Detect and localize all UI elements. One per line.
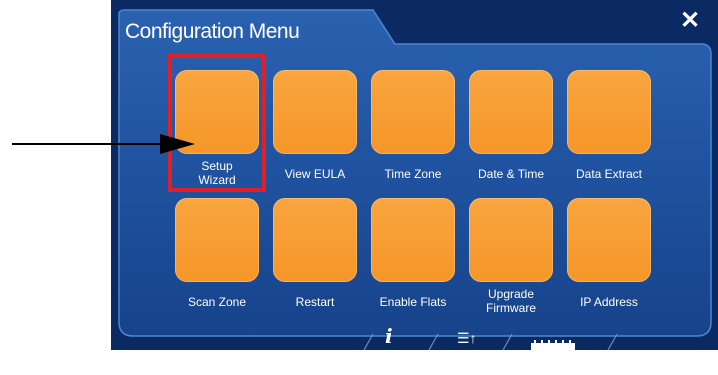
toolbar-dividers [363, 333, 618, 350]
info-icon[interactable]: i [385, 324, 393, 348]
bottom-toolbar: i ☰↑ [111, 324, 718, 350]
setup-wizard-highlight-box [168, 54, 266, 192]
scan-zone-label: Scan Zone [187, 295, 247, 309]
time-zone-button[interactable] [371, 70, 455, 154]
restart-button[interactable] [273, 198, 357, 282]
restart-label: Restart [295, 295, 335, 309]
dialog-title: Configuration Menu [125, 20, 300, 43]
view-eula-label: View EULA [284, 167, 346, 181]
upgrade-firmware-label: Upgrade Firmware [486, 287, 536, 315]
data-extract-button[interactable] [567, 70, 651, 154]
view-eula-button[interactable] [273, 70, 357, 154]
list-icon[interactable]: ☰↑ [457, 330, 477, 347]
upgrade-firmware-button[interactable] [469, 198, 553, 282]
close-icon[interactable]: ✕ [677, 8, 703, 34]
time-zone-label: Time Zone [384, 167, 442, 181]
data-extract-label: Data Extract [575, 167, 643, 181]
date-time-button[interactable] [469, 70, 553, 154]
date-time-label: Date & Time [477, 167, 545, 181]
ruler-icon[interactable] [531, 340, 575, 350]
ip-address-button[interactable] [567, 198, 651, 282]
enable-flats-label: Enable Flats [379, 295, 447, 309]
ip-address-label: IP Address [580, 295, 638, 309]
scan-zone-button[interactable] [175, 198, 259, 282]
enable-flats-button[interactable] [371, 198, 455, 282]
